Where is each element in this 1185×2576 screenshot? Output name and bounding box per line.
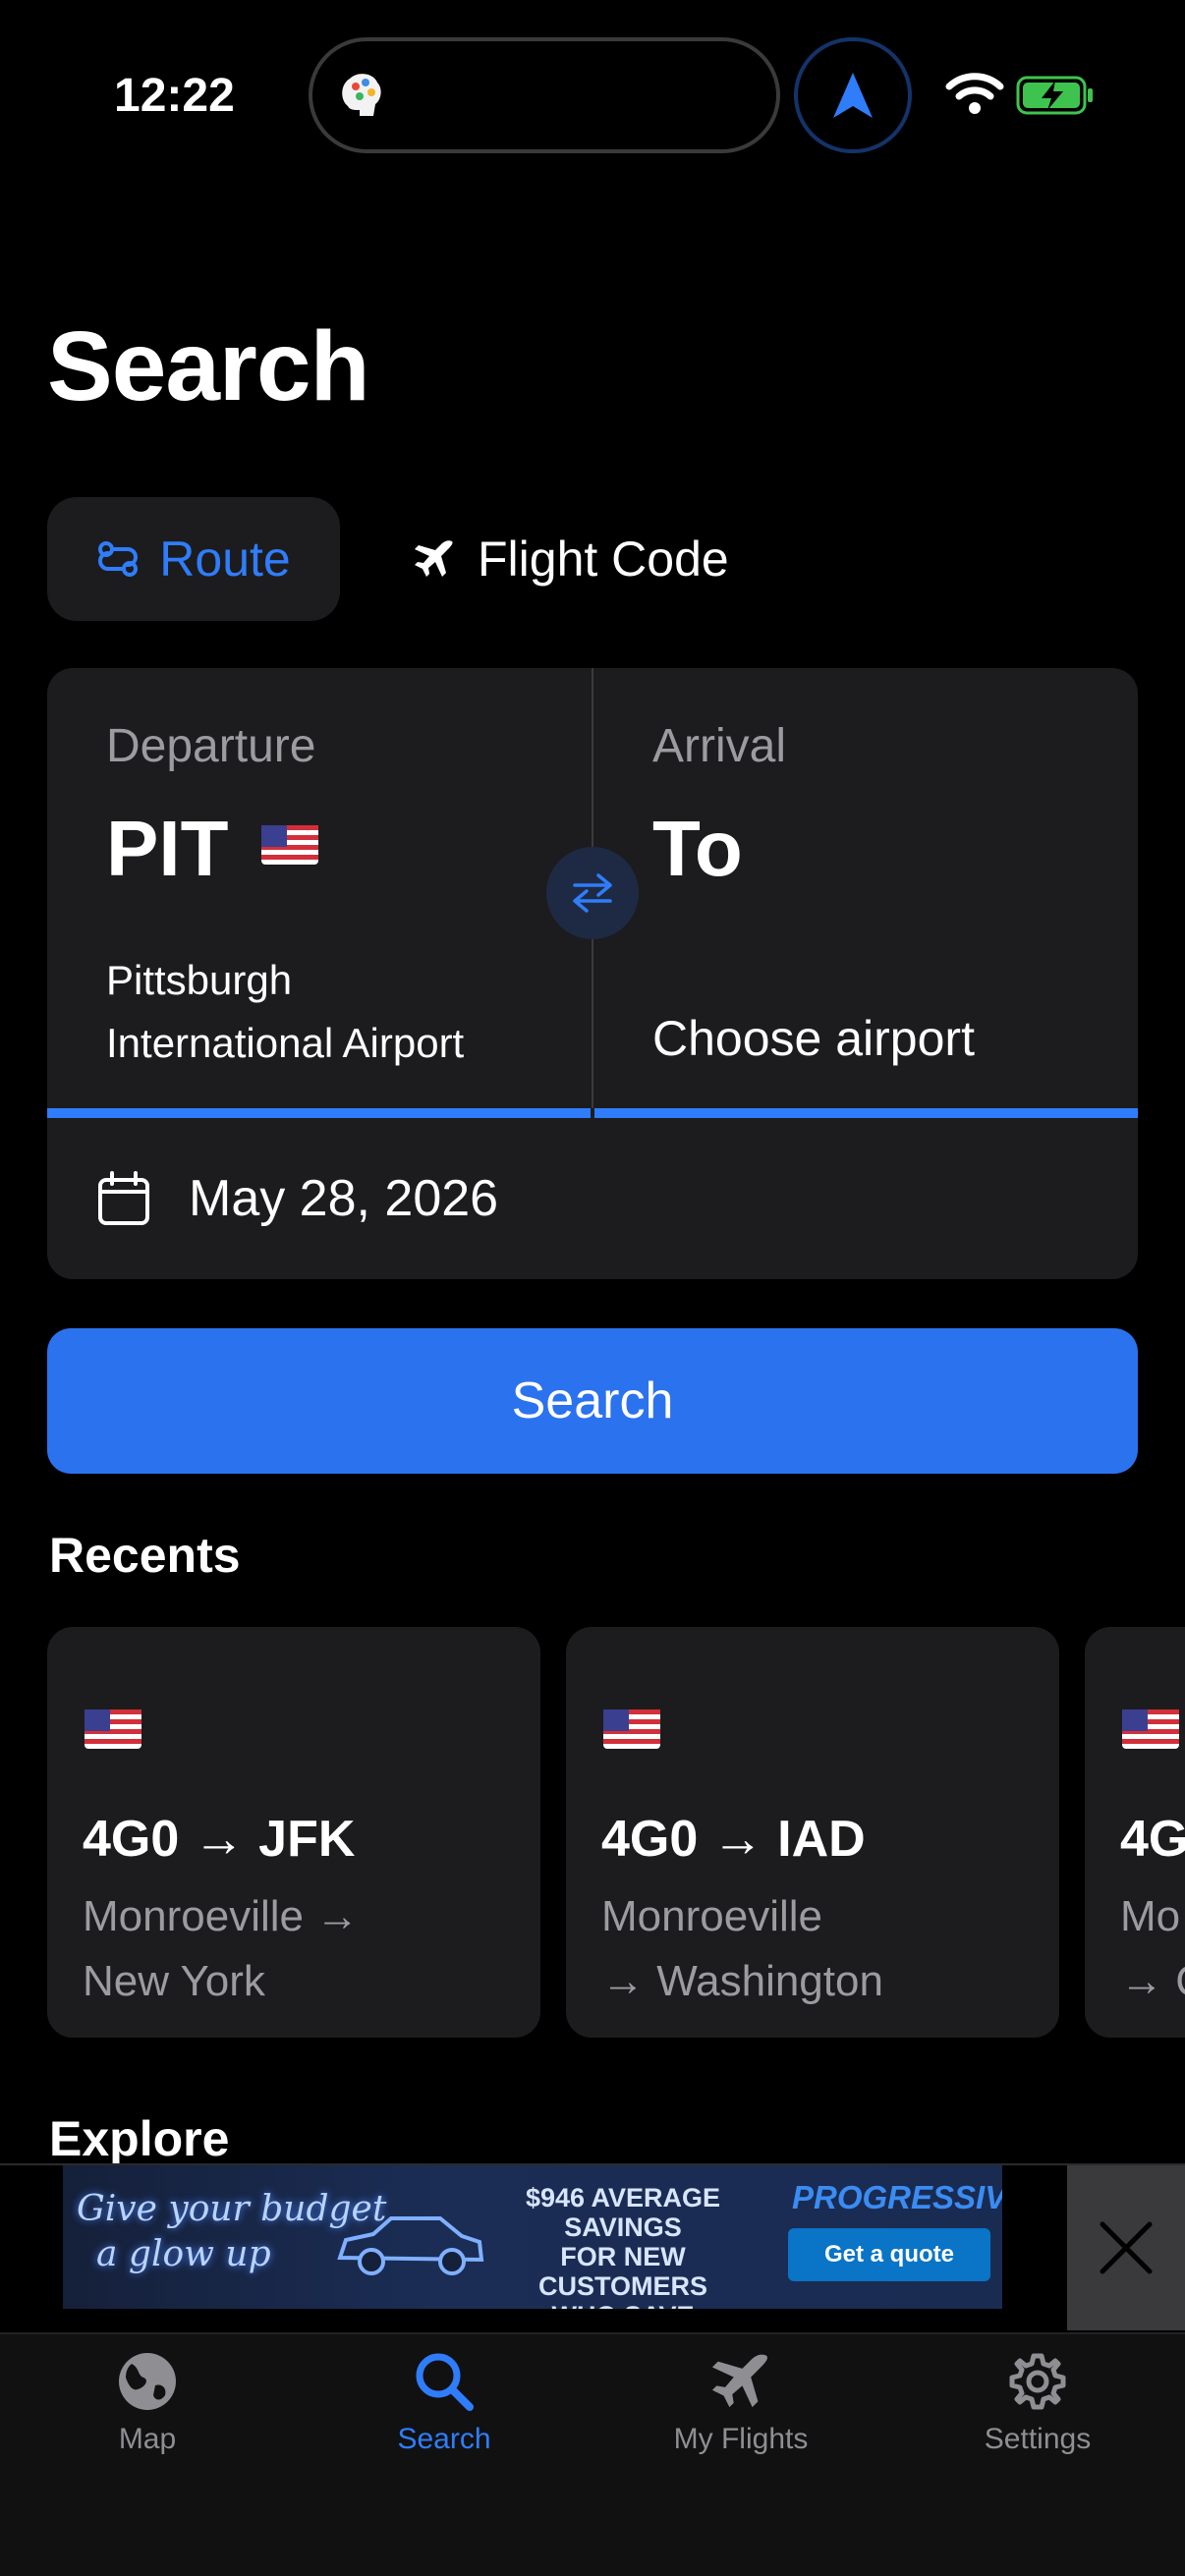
tab-route-label: Route [159,532,291,587]
battery-charging-icon [1016,75,1095,116]
airplane-icon [415,540,453,577]
navigation-arrow-icon [833,73,873,118]
airplane-icon [711,2354,767,2408]
ad-cta-button[interactable]: Get a quote [788,2228,990,2281]
gear-icon [1009,2353,1066,2410]
us-flag-icon [261,825,318,869]
ad-brand: PROGRESSIVE [792,2179,1002,2215]
us-flag-icon [85,1709,141,1749]
tab-flight-code-label: Flight Code [478,532,729,587]
route-card: Departure PIT Pittsburgh International A… [47,668,1138,1279]
brain-app-icon [334,67,389,122]
tab-flight-code[interactable]: Flight Code [413,497,729,621]
recent-route: 4G [1120,1811,1185,1868]
swap-icon [573,873,612,913]
departure-field[interactable]: Departure PIT Pittsburgh International A… [47,668,592,1108]
search-icon [416,2353,474,2411]
ad-close-button[interactable] [1067,2165,1185,2330]
recent-card[interactable]: 4G Mo → C [1085,1627,1185,2038]
search-button[interactable]: Search [47,1328,1138,1474]
ad-offer-line3: WHO SAVE [476,2301,770,2309]
arrival-field[interactable]: Arrival To Choose airport [593,668,1138,1108]
recent-card[interactable]: 4G0 → IAD Monroeville → Washington [566,1627,1059,2038]
us-flag-icon [1122,1709,1179,1749]
focus-bar-gap [591,1108,594,1118]
recent-city-line2: → C [1120,1957,1185,2005]
status-time: 12:22 [114,70,235,122]
us-flag-icon [603,1709,660,1749]
recent-city-line2: New York [83,1957,265,2005]
explore-title: Explore [49,2111,230,2166]
departure-airport-name: Pittsburgh International Airport [106,949,464,1075]
car-icon [330,2205,487,2288]
recent-city-line1: Monroeville → [83,1892,360,1940]
airport-line2: International Airport [106,1020,465,1066]
route-icon [98,541,139,577]
wifi-icon [945,71,1004,116]
airport-line1: Pittsburgh [106,957,293,1003]
recent-card[interactable]: 4G0 → JFK Monroeville → New York [47,1627,540,2038]
page-title: Search [47,311,370,421]
arrival-label: Arrival [652,720,787,772]
tab-search[interactable]: Search [297,2350,592,2488]
tab-map[interactable]: Map [0,2350,295,2488]
recent-city-line1: Mo [1120,1892,1181,1940]
arrival-placeholder: Choose airport [652,1011,975,1066]
swap-airports-button[interactable] [546,847,639,939]
ad-offer: $946 AVERAGE SAVINGS FOR NEW CUSTOMERS W… [476,2183,770,2309]
location-indicator[interactable] [794,37,912,153]
recent-route: 4G0 → JFK [83,1811,356,1868]
ad-banner[interactable]: Give your budget a glow up $946 AVERAGE … [63,2165,1002,2309]
recent-route: 4G0 → IAD [601,1811,866,1868]
tab-map-label: Map [118,2423,177,2455]
tab-settings[interactable]: Settings [890,2350,1185,2488]
date-picker[interactable]: May 28, 2026 [47,1118,1138,1279]
recent-city-line2: → Washington [601,1957,883,2005]
calendar-icon [96,1170,151,1227]
tab-settings-label: Settings [984,2423,1092,2455]
recent-cities: Monroeville → Washington [601,1884,1034,2014]
ad-offer-line2: FOR NEW CUSTOMERS [537,2242,708,2301]
tab-my-flights-label: My Flights [673,2423,809,2455]
recent-cities: Monroeville → New York [83,1884,515,2014]
date-value: May 28, 2026 [189,1170,499,1227]
arrival-code: To [652,805,743,892]
recent-cities: Mo → C [1120,1884,1185,2014]
departure-label: Departure [106,720,316,772]
tab-search-label: Search [397,2423,491,2455]
departure-code: PIT [106,805,229,892]
recent-city-line1: Monroeville [601,1892,822,1940]
ad-offer-line1: $946 AVERAGE SAVINGS [525,2183,721,2242]
tab-route[interactable]: Route [47,497,340,621]
close-icon [1100,2221,1153,2274]
recents-title: Recents [49,1528,241,1583]
tab-my-flights[interactable]: My Flights [593,2350,888,2488]
globe-icon [119,2353,176,2410]
